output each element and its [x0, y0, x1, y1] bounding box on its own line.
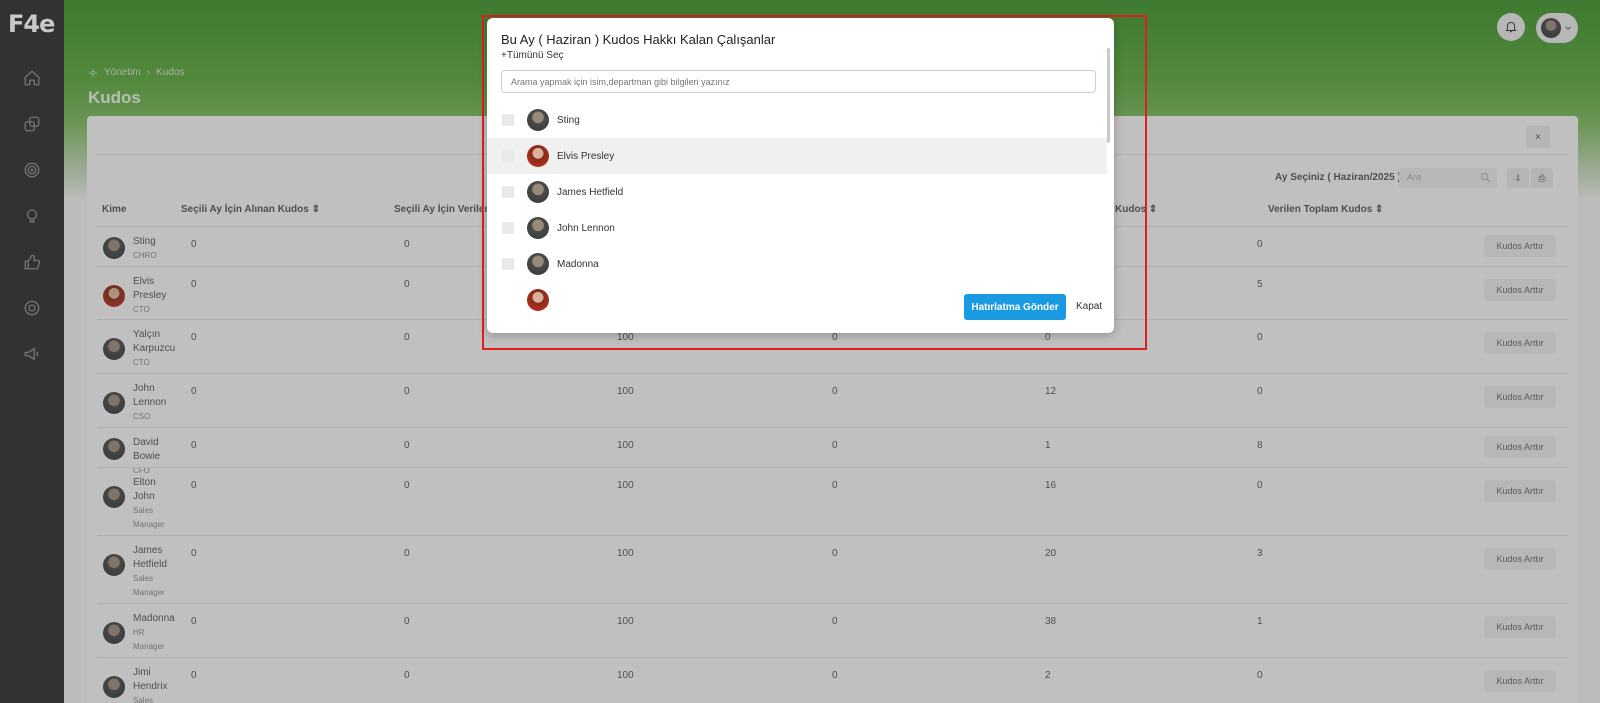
employee-checkbox[interactable] [502, 150, 514, 162]
employee-name: Elvis Presley [557, 150, 615, 162]
scrollbar[interactable] [1107, 48, 1110, 143]
employee-list-item[interactable]: John Lennon [487, 210, 1107, 246]
employee-checkbox[interactable] [502, 186, 514, 198]
employee-avatar [527, 181, 549, 203]
employee-avatar [527, 145, 549, 167]
employee-list: Sting Elvis Presley James Hetfield John Len… [487, 102, 1107, 311]
select-all-link[interactable]: +Tümünü Seç [501, 50, 564, 61]
employee-avatar [527, 253, 549, 275]
send-reminder-button[interactable]: Hatırlatma Gönder [964, 294, 1066, 320]
employee-checkbox[interactable] [502, 114, 514, 126]
employee-name: Sting [557, 114, 580, 126]
employee-name: Madonna [557, 258, 599, 270]
employee-list-item[interactable]: Sting [487, 102, 1107, 138]
close-modal-link[interactable]: Kapat [1076, 301, 1102, 312]
employee-search-input[interactable] [501, 70, 1096, 93]
employee-list-item[interactable]: Madonna [487, 246, 1107, 282]
reminder-modal: Bu Ay ( Haziran ) Kudos Hakkı Kalan Çalı… [487, 18, 1114, 333]
employee-avatar [527, 217, 549, 239]
employee-name: John Lennon [557, 222, 615, 234]
employee-checkbox[interactable] [502, 258, 514, 270]
employee-name: James Hetfield [557, 186, 624, 198]
employee-avatar [527, 109, 549, 131]
employee-checkbox[interactable] [502, 222, 514, 234]
modal-title: Bu Ay ( Haziran ) Kudos Hakkı Kalan Çalı… [501, 32, 776, 47]
employee-list-item[interactable]: Elvis Presley [487, 138, 1107, 174]
employee-list-item[interactable]: James Hetfield [487, 174, 1107, 210]
employee-avatar [527, 289, 549, 311]
